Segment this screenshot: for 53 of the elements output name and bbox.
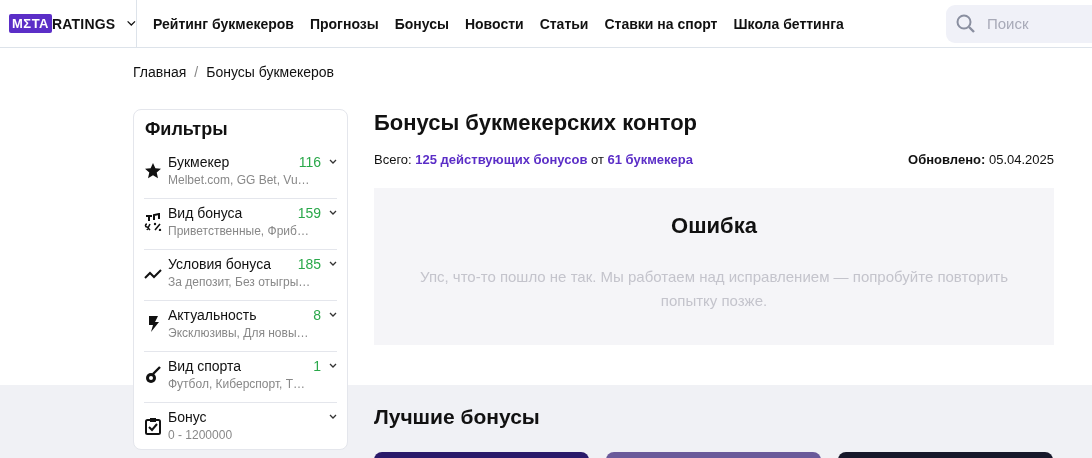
nav-link[interactable]: Бонусы bbox=[394, 15, 449, 32]
breadcrumb-separator: / bbox=[194, 64, 199, 80]
section-title: Лучшие бонусы bbox=[374, 405, 541, 429]
filter-label: Букмекер bbox=[168, 154, 231, 170]
chevron-down-icon[interactable] bbox=[329, 312, 337, 318]
star-icon bbox=[144, 162, 162, 180]
filter-label: Вид спорта bbox=[168, 358, 243, 374]
filter-count: 1 bbox=[313, 358, 321, 374]
filter-summary: За депозит, Без отыгры… bbox=[168, 275, 312, 289]
whistle-icon bbox=[144, 366, 162, 384]
filter-summary: Эксклюзивы, Для новы… bbox=[168, 326, 310, 340]
nav-link[interactable]: Прогнозы bbox=[309, 15, 379, 32]
updated-date: Обновлено: 05.04.2025 bbox=[908, 152, 1054, 167]
filter-item[interactable]: Бонус 0 - 1200000 bbox=[144, 403, 337, 454]
filter-summary: 0 - 1200000 bbox=[168, 428, 234, 442]
filter-label: Вид бонуса bbox=[168, 205, 244, 221]
filter-label: Актуальность bbox=[168, 307, 258, 323]
filter-summary: Приветственные, Фриб… bbox=[168, 224, 310, 238]
filter-count: 185 bbox=[297, 256, 321, 272]
breadcrumb-link[interactable]: Главная bbox=[133, 64, 187, 80]
filter-item[interactable]: Вид спорта 1 Футбол, Киберспорт, Т… bbox=[144, 352, 337, 403]
error-title: Ошибка bbox=[671, 213, 757, 239]
filter-label: Бонус bbox=[168, 409, 208, 425]
bonus-summary: Всего: 125 действующих бонусов от 61 букмекера bbox=[374, 152, 693, 167]
filter-summary: Melbet.com, GG Bet, Vu… bbox=[168, 173, 311, 187]
chevron-down-icon[interactable] bbox=[329, 363, 337, 369]
nav-link[interactable]: Ставки на спорт bbox=[604, 15, 718, 32]
filter-item[interactable]: Условия бонуса 185 За депозит, Без отыгры… bbox=[144, 250, 337, 301]
filter-item[interactable]: Вид бонуса 159 Приветственные, Фриб… bbox=[144, 199, 337, 250]
chevron-down-icon[interactable] bbox=[329, 210, 337, 216]
chevron-down-icon[interactable] bbox=[329, 159, 337, 165]
chevron-down-icon[interactable] bbox=[329, 261, 337, 267]
nav-link[interactable]: Статьи bbox=[539, 15, 589, 32]
clipboard-check-icon bbox=[144, 417, 162, 435]
search-field[interactable]: Поиск bbox=[946, 4, 1092, 43]
filter-item[interactable]: Актуальность 8 Эксклюзивы, Для новы… bbox=[144, 301, 337, 352]
filter-count: 159 bbox=[297, 205, 321, 221]
filter-count: 8 bbox=[313, 307, 321, 323]
filter-title: Фильтры bbox=[145, 119, 229, 140]
logo-mark[interactable]: MΣTA bbox=[9, 14, 52, 33]
filter-summary: Футбол, Киберспорт, Т… bbox=[168, 377, 307, 391]
filter-count: 116 bbox=[298, 154, 321, 170]
logo-text[interactable]: RATINGS bbox=[52, 15, 116, 32]
chevron-down-icon[interactable] bbox=[329, 414, 337, 420]
nav-link[interactable]: Новости bbox=[464, 15, 524, 32]
filter-label: Условия бонуса bbox=[168, 256, 272, 272]
chevron-down-icon[interactable] bbox=[127, 19, 136, 28]
filter-item[interactable]: Букмекер 116 Melbet.com, GG Bet, Vu… bbox=[144, 148, 337, 199]
nav-link[interactable]: Рейтинг букмекеров bbox=[153, 15, 294, 32]
breadcrumb-link[interactable]: Бонусы букмекеров bbox=[206, 64, 334, 80]
nav-link[interactable]: Школа беттинга bbox=[733, 15, 844, 32]
page-title: Бонусы букмекерских контор bbox=[374, 110, 699, 136]
bonus-type-icon bbox=[144, 213, 162, 231]
